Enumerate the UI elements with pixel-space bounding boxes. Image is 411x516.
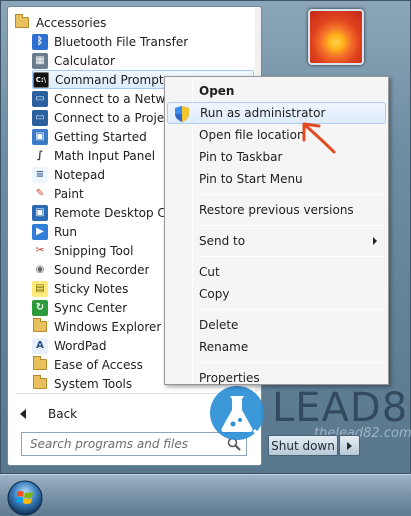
submenu-arrow-icon	[373, 237, 377, 245]
program-label: Math Input Panel	[54, 148, 156, 163]
command-prompt-icon: C:\	[33, 71, 49, 88]
calculator-icon: ▦	[32, 52, 48, 69]
bluetooth-icon: ᛒ	[32, 33, 48, 50]
watermark-text: LEAD8	[272, 385, 409, 431]
context-menu-label: Restore previous versions	[199, 203, 354, 217]
context-menu-item[interactable]: Open	[167, 80, 386, 102]
context-menu-label: Open file location	[199, 128, 305, 142]
explorer-folder-icon	[32, 318, 48, 335]
context-menu-item[interactable]: Cut	[167, 261, 386, 283]
context-menu-item[interactable]: Properties	[167, 367, 386, 389]
folder-icon	[14, 14, 30, 31]
program-label: Paint	[54, 186, 84, 201]
taskbar	[0, 474, 411, 516]
context-menu-separator	[197, 362, 384, 363]
program-label: Calculator	[54, 53, 115, 68]
context-menu-item[interactable]: Copy	[167, 283, 386, 305]
shutdown-button[interactable]: Shut down	[268, 435, 338, 456]
context-menu-label: Copy	[199, 287, 230, 301]
context-menu-item[interactable]: Pin to Start Menu	[167, 168, 386, 190]
context-menu-separator	[197, 225, 384, 226]
back-arrow-icon	[20, 409, 26, 419]
program-label: Command Prompt	[55, 72, 164, 87]
program-item[interactable]: ᛒ Bluetooth File Transfer	[32, 32, 254, 51]
context-menu-separator	[197, 194, 384, 195]
program-label: Ease of Access	[54, 357, 143, 372]
context-menu-label: Pin to Taskbar	[199, 150, 283, 164]
projector-icon: ▭	[32, 109, 48, 126]
context-menu-item[interactable]: Delete	[167, 314, 386, 336]
program-label: Accessories	[36, 15, 107, 30]
chevron-right-icon	[347, 441, 352, 450]
context-menu-item[interactable]: Open file location	[167, 124, 386, 146]
program-label: Getting Started	[54, 129, 147, 144]
program-item[interactable]: Accessories	[14, 13, 254, 32]
sync-icon: ↻	[32, 299, 48, 316]
program-label: Sync Center	[54, 300, 128, 315]
folder-icon	[32, 375, 48, 392]
paint-icon: ✎	[32, 185, 48, 202]
run-icon: ▶	[32, 223, 48, 240]
context-menu-label: Properties	[199, 371, 260, 385]
context-menu-item[interactable]: Run as administrator	[167, 102, 386, 124]
program-label: Run	[54, 224, 78, 239]
program-item[interactable]: ▦ Calculator	[32, 51, 254, 70]
context-menu-separator	[197, 309, 384, 310]
remote-desktop-icon: ▣	[32, 204, 48, 221]
program-label: Notepad	[54, 167, 105, 182]
back-label: Back	[48, 407, 78, 421]
shutdown-options-button[interactable]	[339, 435, 360, 456]
context-menu-item[interactable]: Restore previous versions	[167, 199, 386, 221]
scissors-icon: ✂	[32, 242, 48, 259]
watermark-logo-icon	[210, 386, 264, 440]
windows-start-orb-icon[interactable]	[6, 479, 44, 516]
folder-icon	[32, 356, 48, 373]
math-input-icon: ∫	[32, 147, 48, 164]
user-picture[interactable]	[308, 9, 364, 65]
sticky-notes-icon: ▤	[32, 280, 48, 297]
program-label: Snipping Tool	[54, 243, 134, 258]
annotation-arrow-icon	[302, 122, 336, 154]
wordpad-icon: A	[32, 337, 48, 354]
context-menu-separator	[197, 256, 384, 257]
context-menu-label: Cut	[199, 265, 220, 279]
network-projector-icon: ▭	[32, 90, 48, 107]
notepad-icon: ≡	[32, 166, 48, 183]
context-menu-item[interactable]: Pin to Taskbar	[167, 146, 386, 168]
program-label: Sticky Notes	[54, 281, 129, 296]
context-menu-label: Delete	[199, 318, 239, 332]
getting-started-icon: ▣	[32, 128, 48, 145]
program-label: WordPad	[54, 338, 107, 353]
context-menu-label: Open	[199, 84, 235, 98]
microphone-icon: ◉	[32, 261, 48, 278]
program-label: Windows Explorer	[54, 319, 162, 334]
context-menu-item[interactable]: Rename	[167, 336, 386, 358]
program-label: System Tools	[54, 376, 133, 391]
context-menu-label: Rename	[199, 340, 249, 354]
program-label: Bluetooth File Transfer	[54, 34, 189, 49]
context-menu-label: Pin to Start Menu	[199, 172, 303, 186]
context-menu-item[interactable]: Send to	[167, 230, 386, 252]
context-menu-label: Send to	[199, 234, 246, 248]
context-menu: Open Run as administrator Open file locati…	[164, 76, 389, 385]
program-label: Sound Recorder	[54, 262, 150, 277]
search-placeholder: Search programs and files	[30, 437, 188, 451]
back-button[interactable]: Back	[20, 404, 77, 424]
uac-shield-icon	[175, 106, 189, 122]
